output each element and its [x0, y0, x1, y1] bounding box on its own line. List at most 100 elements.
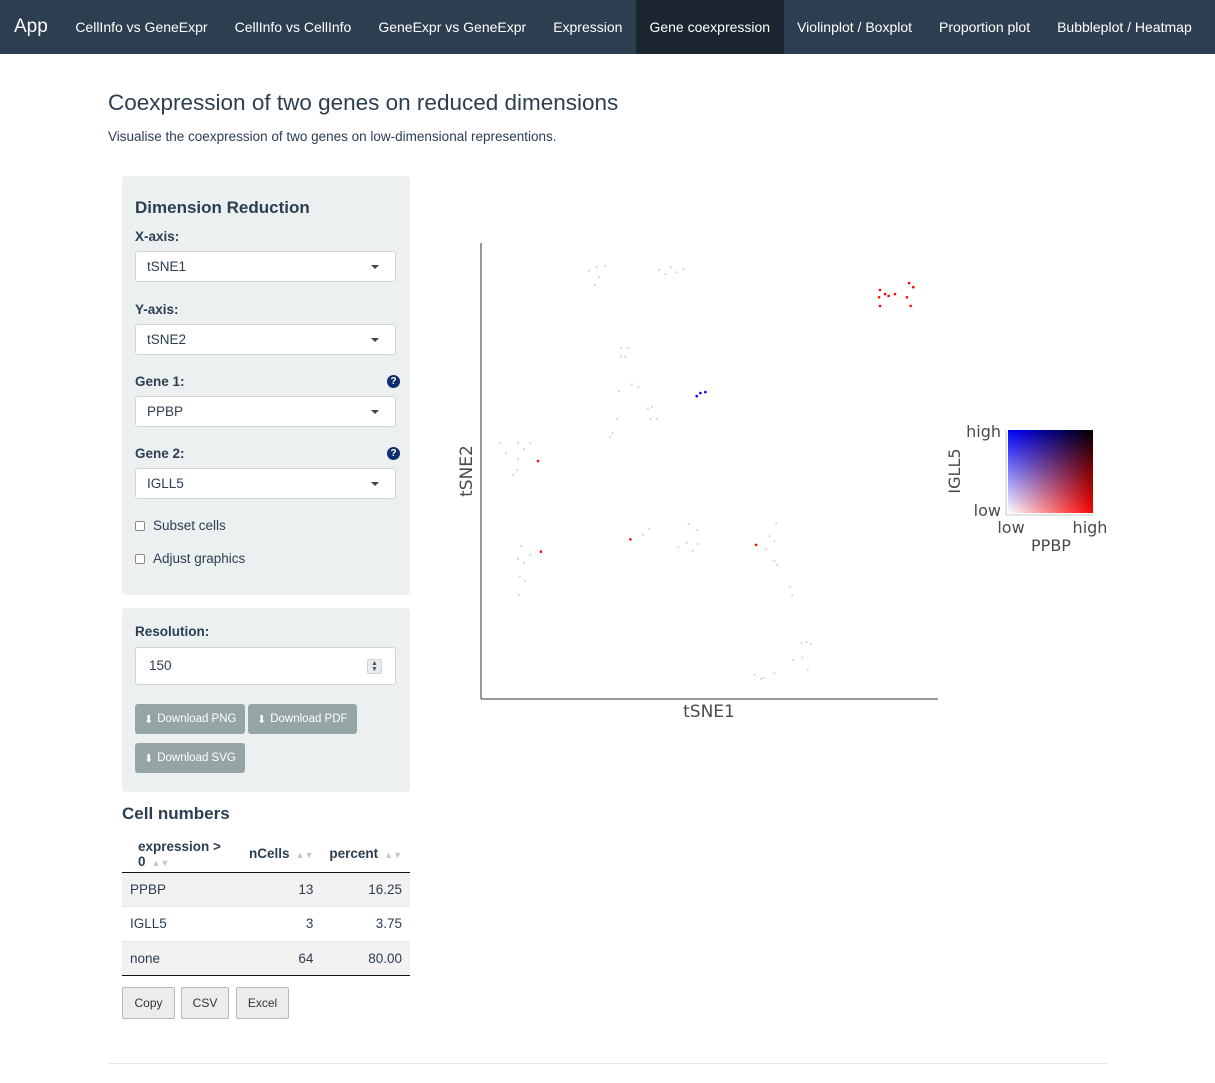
scatter-point — [520, 544, 523, 547]
scatter-point — [646, 407, 649, 410]
scatter-point — [773, 540, 776, 543]
table-cell: 16.25 — [321, 872, 410, 907]
gene1-select-value: PPBP — [147, 404, 184, 419]
resolution-value: 150 — [149, 658, 172, 673]
scatter-point — [791, 593, 794, 597]
nav-item-proportion-plot[interactable]: Proportion plot — [926, 0, 1044, 54]
scatter-point — [805, 640, 808, 644]
scatter-point — [809, 642, 813, 645]
table-cell: PPBP — [122, 872, 242, 907]
bivariate-color-legend: high low low high PPBP IGLL5 — [945, 422, 1107, 555]
scatter-point — [754, 543, 758, 547]
download-pdf-button[interactable]: ⬇ Download PDF — [248, 704, 357, 734]
download-pdf-label: Download PDF — [270, 713, 348, 725]
scatter-point — [682, 267, 685, 271]
excel-button[interactable]: Excel — [236, 987, 289, 1019]
table-row: none 64 80.00 — [122, 940, 410, 976]
download-png-button[interactable]: ⬇ Download PNG — [135, 704, 246, 734]
gene2-help-icon[interactable]: ? — [387, 447, 400, 460]
scatter-point — [687, 522, 690, 525]
gene2-select[interactable]: IGLL5 — [135, 468, 396, 499]
legend-x-low: low — [997, 518, 1024, 537]
subset-cells-checkbox[interactable]: Subset cells — [135, 518, 226, 533]
scatter-point — [642, 533, 645, 536]
scatter-point — [877, 296, 881, 299]
gene2-select-value: IGLL5 — [147, 476, 184, 491]
sort-icon: ▲▼ — [295, 850, 314, 861]
scatter-point — [536, 459, 540, 463]
scatter-point — [516, 442, 520, 445]
download-icon: ⬇ — [144, 713, 154, 726]
scatter-point — [762, 676, 765, 680]
scatter-point — [695, 528, 698, 531]
scatter-point — [587, 269, 590, 272]
scatter-point — [806, 668, 809, 671]
scatter-point — [695, 394, 698, 398]
scatter-point — [699, 391, 702, 395]
scatter-point — [619, 355, 622, 358]
scatter-point — [909, 304, 912, 308]
gene1-select[interactable]: PPBP — [135, 396, 396, 427]
download-icon: ⬇ — [144, 752, 154, 765]
scatter-point — [905, 296, 909, 299]
scatter-point — [775, 521, 778, 525]
checkbox-box[interactable] — [135, 520, 145, 531]
x-axis-select[interactable]: tSNE1 — [135, 251, 396, 282]
scatter-point — [655, 417, 658, 421]
page-subtitle: Visualise the coexpression of two genes … — [108, 129, 557, 144]
scatter-point — [650, 405, 653, 408]
resolution-input[interactable]: 150 ▲ ▼ — [135, 647, 396, 685]
column-header-label: percent — [329, 846, 379, 862]
y-axis-title: tSNE2 — [457, 445, 477, 497]
nav-item-bubbleplot-heatmap[interactable]: Bubbleplot / Heatmap — [1044, 0, 1206, 54]
scatter-point — [907, 281, 911, 285]
y-axis-select[interactable]: tSNE2 — [135, 324, 396, 355]
gene1-label: Gene 1: — [135, 374, 185, 389]
scatter-point — [878, 304, 882, 308]
caret-down-icon — [371, 410, 379, 414]
scatter-point — [788, 585, 791, 588]
column-header-label: expression > 0 — [138, 838, 221, 869]
scatter-point — [629, 538, 632, 541]
scatter-point — [768, 535, 771, 538]
nav-item-gene-coexpression[interactable]: Gene coexpression — [635, 0, 784, 54]
cell-numbers-table: expression > 0 ▲▼ nCells ▲▼ percent ▲▼ PPBP… — [122, 836, 410, 976]
scatter-point — [691, 549, 694, 552]
copy-button[interactable]: Copy — [122, 987, 175, 1019]
scatter-point — [792, 658, 795, 661]
scatter-point — [523, 579, 526, 582]
scatter-points — [499, 264, 915, 680]
page-title: Coexpression of two genes on reduced dim… — [108, 90, 619, 115]
nav-item-violinplot-boxplot[interactable]: Violinplot / Boxplot — [784, 0, 926, 54]
table-row: IGLL5 3 3.75 — [122, 906, 410, 941]
nav-item-expression[interactable]: Expression — [540, 0, 636, 54]
scatter-point — [611, 432, 614, 435]
download-svg-button[interactable]: ⬇ Download SVG — [135, 743, 245, 773]
spinner-icon[interactable]: ▲ ▼ — [367, 659, 382, 674]
scatter-point — [776, 563, 779, 566]
column-header-label: nCells — [249, 846, 290, 862]
csv-button[interactable]: CSV — [181, 987, 229, 1019]
column-header-expression[interactable]: expression > 0 ▲▼ — [122, 836, 242, 873]
column-header-percent[interactable]: percent ▲▼ — [321, 836, 410, 873]
adjust-graphics-checkbox[interactable]: Adjust graphics — [135, 551, 245, 566]
scatter-point — [685, 541, 688, 545]
gene1-help-icon[interactable]: ? — [387, 375, 400, 388]
download-icon: ⬇ — [257, 713, 267, 726]
column-header-ncells[interactable]: nCells ▲▼ — [241, 836, 322, 873]
scatter-point — [619, 346, 622, 349]
scatter-point — [593, 283, 596, 287]
nav-item-cellinfo-vs-cellinfo[interactable]: CellInfo vs CellInfo — [221, 0, 365, 54]
dimension-reduction-panel: Dimension Reduction X-axis: tSNE1 Y-axis… — [122, 176, 410, 595]
scatter-point — [887, 294, 890, 298]
cell-numbers-title: Cell numbers — [122, 804, 230, 823]
scatter-point — [753, 673, 756, 676]
nav-item-cellinfo-vs-geneexpr[interactable]: CellInfo vs GeneExpr — [62, 0, 221, 54]
nav-item-geneexpr-vs-geneexpr[interactable]: GeneExpr vs GeneExpr — [365, 0, 540, 54]
table-cell: 3.75 — [321, 906, 410, 941]
checkbox-box[interactable] — [135, 553, 145, 564]
navbar-brand[interactable]: App — [0, 0, 62, 54]
scatter-point — [664, 272, 667, 276]
sort-icon: ▲▼ — [384, 850, 402, 861]
x-axis-label: X-axis: — [135, 229, 180, 244]
